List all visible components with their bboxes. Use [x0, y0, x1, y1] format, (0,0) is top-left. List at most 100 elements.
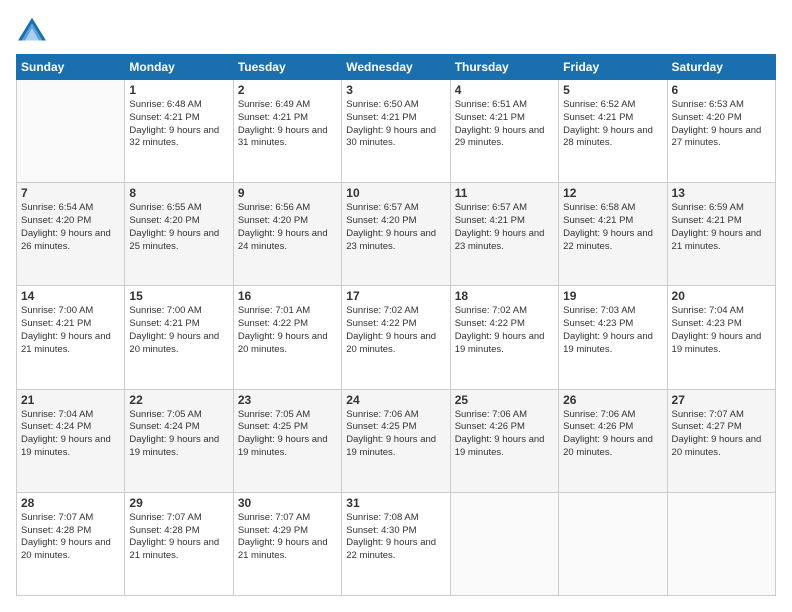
day-number: 19 [563, 289, 662, 303]
calendar-cell: 13Sunrise: 6:59 AM Sunset: 4:21 PM Dayli… [667, 183, 775, 286]
day-info: Sunrise: 7:05 AM Sunset: 4:25 PM Dayligh… [238, 409, 337, 460]
day-number: 9 [238, 186, 337, 200]
calendar-cell: 21 Sunrise: 7:04 AM Sunset: 4:24 PM Dayli… [17, 389, 125, 492]
day-info: Sunrise: 6:57 AM Sunset: 4:20 PM Dayligh… [346, 202, 445, 253]
day-header-wednesday: Wednesday [342, 55, 450, 80]
day-info: Sunrise: 6:51 AM Sunset: 4:21 PM Dayligh… [455, 99, 554, 150]
day-info: Sunrise: 7:07 AM Sunset: 4:27 PM Dayligh… [672, 409, 771, 460]
logo [16, 16, 52, 44]
day-info: Sunrise: 6:54 AM Sunset: 4:20 PM Dayligh… [21, 202, 120, 253]
day-info: Sunrise: 7:06 AM Sunset: 4:25 PM Dayligh… [346, 409, 445, 460]
day-number: 4 [455, 83, 554, 97]
calendar-header-row: SundayMondayTuesdayWednesdayThursdayFrid… [17, 55, 776, 80]
day-number: 7 [21, 186, 120, 200]
day-number: 29 [129, 496, 228, 510]
day-info: Sunrise: 6:53 AM Sunset: 4:20 PM Dayligh… [672, 99, 771, 150]
day-number: 27 [672, 393, 771, 407]
calendar-week-row: 14 Sunrise: 7:00 AM Sunset: 4:21 PM Dayli… [17, 286, 776, 389]
day-info: Sunrise: 7:04 AM Sunset: 4:23 PM Dayligh… [672, 305, 771, 356]
calendar-cell: 17Sunrise: 7:02 AM Sunset: 4:22 PM Dayli… [342, 286, 450, 389]
day-header-thursday: Thursday [450, 55, 558, 80]
page: SundayMondayTuesdayWednesdayThursdayFrid… [0, 0, 792, 612]
day-info: Sunrise: 7:01 AM Sunset: 4:22 PM Dayligh… [238, 305, 337, 356]
day-header-monday: Monday [125, 55, 233, 80]
calendar-cell: 29 Sunrise: 7:07 AM Sunset: 4:28 PM Dayli… [125, 492, 233, 595]
calendar-cell: 3 Sunrise: 6:50 AM Sunset: 4:21 PM Daylig… [342, 80, 450, 183]
day-number: 23 [238, 393, 337, 407]
day-number: 1 [129, 83, 228, 97]
day-header-sunday: Sunday [17, 55, 125, 80]
calendar-cell: 8Sunrise: 6:55 AM Sunset: 4:20 PM Daylig… [125, 183, 233, 286]
calendar-week-row: 1 Sunrise: 6:48 AM Sunset: 4:21 PM Daylig… [17, 80, 776, 183]
day-number: 3 [346, 83, 445, 97]
day-number: 11 [455, 186, 554, 200]
day-info: Sunrise: 6:59 AM Sunset: 4:21 PM Dayligh… [672, 202, 771, 253]
day-info: Sunrise: 7:08 AM Sunset: 4:30 PM Dayligh… [346, 512, 445, 563]
day-info: Sunrise: 6:52 AM Sunset: 4:21 PM Dayligh… [563, 99, 662, 150]
day-number: 16 [238, 289, 337, 303]
day-number: 22 [129, 393, 228, 407]
day-info: Sunrise: 6:50 AM Sunset: 4:21 PM Dayligh… [346, 99, 445, 150]
logo-icon [16, 16, 48, 44]
calendar-table: SundayMondayTuesdayWednesdayThursdayFrid… [16, 54, 776, 596]
day-number: 26 [563, 393, 662, 407]
day-number: 10 [346, 186, 445, 200]
calendar-cell: 4 Sunrise: 6:51 AM Sunset: 4:21 PM Daylig… [450, 80, 558, 183]
calendar-cell [450, 492, 558, 595]
day-number: 12 [563, 186, 662, 200]
day-header-saturday: Saturday [667, 55, 775, 80]
day-info: Sunrise: 7:05 AM Sunset: 4:24 PM Dayligh… [129, 409, 228, 460]
day-number: 28 [21, 496, 120, 510]
calendar-cell: 24 Sunrise: 7:06 AM Sunset: 4:25 PM Dayli… [342, 389, 450, 492]
calendar-cell: 9 Sunrise: 6:56 AM Sunset: 4:20 PM Daylig… [233, 183, 341, 286]
day-info: Sunrise: 6:49 AM Sunset: 4:21 PM Dayligh… [238, 99, 337, 150]
day-number: 2 [238, 83, 337, 97]
day-number: 18 [455, 289, 554, 303]
calendar-cell: 1 Sunrise: 6:48 AM Sunset: 4:21 PM Daylig… [125, 80, 233, 183]
day-info: Sunrise: 7:02 AM Sunset: 4:22 PM Dayligh… [346, 305, 445, 356]
calendar-cell [667, 492, 775, 595]
day-info: Sunrise: 7:03 AM Sunset: 4:23 PM Dayligh… [563, 305, 662, 356]
day-info: Sunrise: 7:07 AM Sunset: 4:28 PM Dayligh… [21, 512, 120, 563]
calendar-cell: 15 Sunrise: 7:00 AM Sunset: 4:21 PM Dayli… [125, 286, 233, 389]
day-number: 6 [672, 83, 771, 97]
calendar-cell: 25Sunrise: 7:06 AM Sunset: 4:26 PM Dayli… [450, 389, 558, 492]
calendar-cell: 27 Sunrise: 7:07 AM Sunset: 4:27 PM Dayli… [667, 389, 775, 492]
day-info: Sunrise: 7:06 AM Sunset: 4:26 PM Dayligh… [563, 409, 662, 460]
day-number: 21 [21, 393, 120, 407]
calendar-cell: 28 Sunrise: 7:07 AM Sunset: 4:28 PM Dayli… [17, 492, 125, 595]
calendar-cell: 10 Sunrise: 6:57 AM Sunset: 4:20 PM Dayli… [342, 183, 450, 286]
calendar-cell: 5 Sunrise: 6:52 AM Sunset: 4:21 PM Daylig… [559, 80, 667, 183]
calendar-cell: 7 Sunrise: 6:54 AM Sunset: 4:20 PM Daylig… [17, 183, 125, 286]
calendar-cell [17, 80, 125, 183]
day-number: 24 [346, 393, 445, 407]
day-info: Sunrise: 6:56 AM Sunset: 4:20 PM Dayligh… [238, 202, 337, 253]
day-number: 25 [455, 393, 554, 407]
day-number: 20 [672, 289, 771, 303]
day-info: Sunrise: 6:48 AM Sunset: 4:21 PM Dayligh… [129, 99, 228, 150]
calendar-week-row: 7 Sunrise: 6:54 AM Sunset: 4:20 PM Daylig… [17, 183, 776, 286]
header [16, 16, 776, 44]
calendar-cell: 23 Sunrise: 7:05 AM Sunset: 4:25 PM Dayli… [233, 389, 341, 492]
calendar-cell: 26 Sunrise: 7:06 AM Sunset: 4:26 PM Dayli… [559, 389, 667, 492]
day-number: 5 [563, 83, 662, 97]
day-header-friday: Friday [559, 55, 667, 80]
day-header-tuesday: Tuesday [233, 55, 341, 80]
calendar-cell: 2 Sunrise: 6:49 AM Sunset: 4:21 PM Daylig… [233, 80, 341, 183]
day-info: Sunrise: 7:07 AM Sunset: 4:29 PM Dayligh… [238, 512, 337, 563]
calendar-cell [559, 492, 667, 595]
day-number: 30 [238, 496, 337, 510]
calendar-cell: 14 Sunrise: 7:00 AM Sunset: 4:21 PM Dayli… [17, 286, 125, 389]
day-info: Sunrise: 7:07 AM Sunset: 4:28 PM Dayligh… [129, 512, 228, 563]
calendar-cell: 22 Sunrise: 7:05 AM Sunset: 4:24 PM Dayli… [125, 389, 233, 492]
day-number: 31 [346, 496, 445, 510]
calendar-cell: 16 Sunrise: 7:01 AM Sunset: 4:22 PM Dayli… [233, 286, 341, 389]
day-number: 14 [21, 289, 120, 303]
day-info: Sunrise: 7:04 AM Sunset: 4:24 PM Dayligh… [21, 409, 120, 460]
calendar-cell: 12Sunrise: 6:58 AM Sunset: 4:21 PM Dayli… [559, 183, 667, 286]
day-info: Sunrise: 7:02 AM Sunset: 4:22 PM Dayligh… [455, 305, 554, 356]
day-info: Sunrise: 6:57 AM Sunset: 4:21 PM Dayligh… [455, 202, 554, 253]
day-info: Sunrise: 7:00 AM Sunset: 4:21 PM Dayligh… [129, 305, 228, 356]
day-number: 15 [129, 289, 228, 303]
day-info: Sunrise: 7:00 AM Sunset: 4:21 PM Dayligh… [21, 305, 120, 356]
